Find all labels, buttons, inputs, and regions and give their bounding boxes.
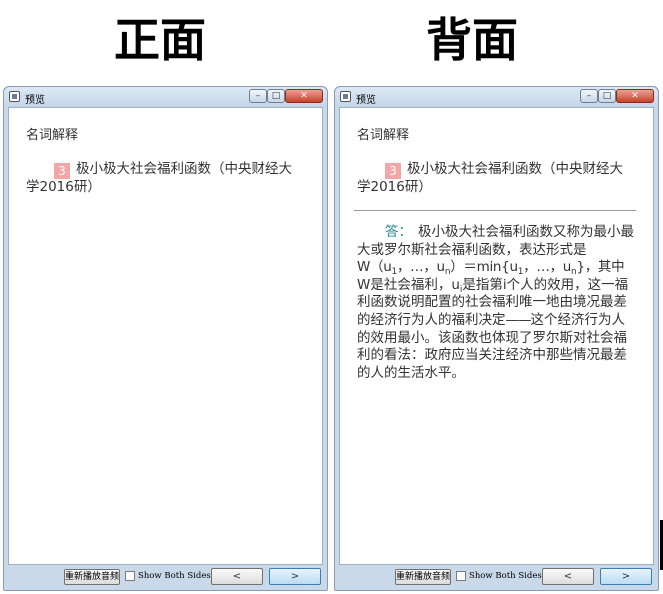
answer-divider	[354, 210, 636, 211]
card-content: 名词解释 3 极小极大社会福利函数（中央财经大 学2016研）	[8, 107, 323, 565]
answer-line: 的人的生活水平。	[357, 364, 465, 381]
question-text: 3 极小极大社会福利函数（中央财经大 学2016研）	[357, 161, 642, 196]
answer-label: 答：	[385, 224, 412, 240]
window-title: 预览	[25, 95, 45, 106]
back-heading: 背面	[426, 13, 518, 67]
question-line-2: 学2016研）	[357, 179, 432, 195]
question-number-badge: 3	[54, 163, 70, 179]
minimize-button[interactable]: –	[249, 89, 267, 103]
back-preview-window: 预览 – □ ✕ 名词解释 3 极小极大社会福利函数（中央财经大 学2016研） …	[334, 86, 659, 591]
answer-line: 的效用最小。该函数也体现了罗尔斯对社会福	[357, 329, 627, 346]
next-button[interactable]: >	[269, 568, 321, 585]
replay-audio-button[interactable]: 重新播放音频	[395, 569, 451, 585]
bottom-toolbar: 重新播放音频 Show Both Sides < >	[335, 565, 658, 590]
answer-line: 利的看法：政府应当关注经济中那些情况最差	[357, 347, 627, 364]
question-number-badge: 3	[385, 163, 401, 179]
previous-button[interactable]: <	[542, 568, 594, 585]
answer-line: 极小极大社会福利函数又称为最小最	[418, 224, 634, 240]
card-content: 名词解释 3 极小极大社会福利函数（中央财经大 学2016研） 答： 极小极大社会福…	[339, 107, 654, 565]
front-preview-window: 预览 – □ ✕ 名词解释 3 极小极大社会福利函数（中央财经大 学2016研） …	[3, 86, 328, 591]
question-line-1: 极小极大社会福利函数（中央财经大	[76, 161, 292, 177]
section-label: 名词解释	[26, 128, 79, 143]
answer-formula-line: W（u1，…，un）＝min{u1，…，un}，其中	[357, 259, 625, 278]
maximize-button[interactable]: □	[598, 89, 616, 103]
question-line-2: 学2016研）	[26, 179, 101, 195]
question-line-1: 极小极大社会福利函数（中央财经大	[407, 161, 623, 177]
previous-button[interactable]: <	[211, 568, 263, 585]
front-heading: 正面	[114, 13, 206, 67]
window-title: 预览	[356, 95, 376, 106]
answer-line: 的经济行为人的福利决定——这个经济行为人	[357, 311, 625, 328]
maximize-button[interactable]: □	[267, 89, 285, 103]
bottom-toolbar: 重新播放音频 Show Both Sides < >	[4, 565, 327, 590]
question-text: 3 极小极大社会福利函数（中央财经大 学2016研）	[26, 161, 311, 196]
close-button[interactable]: ✕	[285, 89, 323, 103]
section-label: 名词解释	[357, 128, 410, 143]
window-titlebar[interactable]: 预览 – □ ✕	[4, 87, 327, 107]
close-button[interactable]: ✕	[616, 89, 654, 103]
answer-line: 利函数说明配置的社会福利唯一地由境况最差	[357, 294, 627, 311]
answer-text: 答： 极小极大社会福利函数又称为最小最 大或罗尔斯社会福利函数，表达形式是 W（u…	[357, 224, 647, 382]
window-titlebar[interactable]: 预览 – □ ✕	[335, 87, 658, 107]
show-both-sides-checkbox[interactable]	[125, 571, 135, 581]
show-both-sides-checkbox[interactable]	[456, 571, 466, 581]
replay-audio-button[interactable]: 重新播放音频	[64, 569, 120, 585]
app-icon	[340, 91, 351, 102]
answer-line: 大或罗尔斯社会福利函数，表达形式是	[357, 241, 587, 258]
app-icon	[9, 91, 20, 102]
next-button[interactable]: >	[600, 568, 652, 585]
minimize-button[interactable]: –	[580, 89, 598, 103]
show-both-sides-label[interactable]: Show Both Sides	[138, 570, 211, 582]
show-both-sides-label[interactable]: Show Both Sides	[469, 570, 542, 582]
answer-line: W是社会福利，ui是指第i个人的效用，这一福	[357, 276, 629, 295]
